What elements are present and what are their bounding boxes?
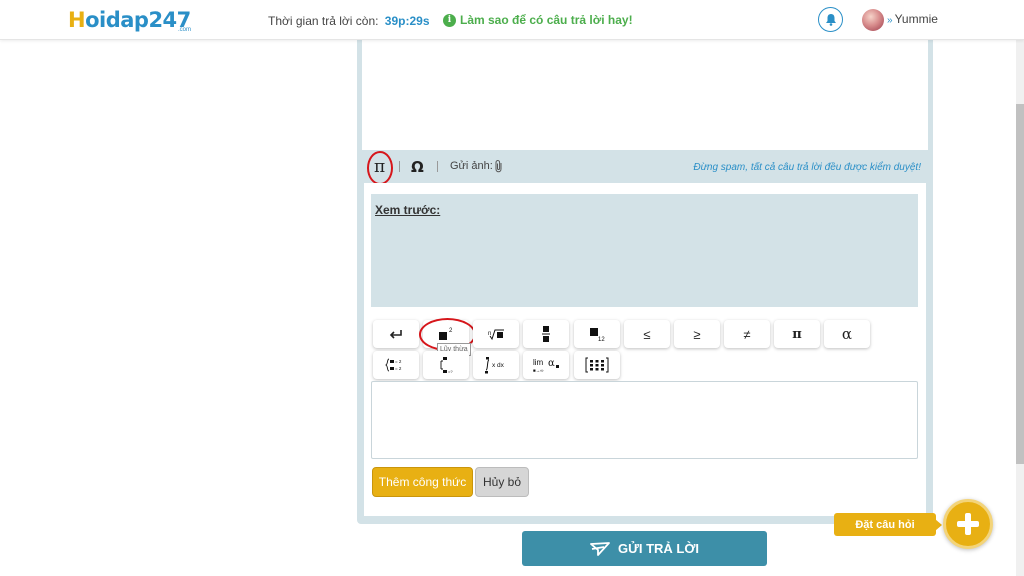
special-char-button[interactable]: Ω: [411, 158, 424, 176]
highlight-circle-pi: [367, 151, 393, 185]
system-equations-icon: = 2 = 2: [385, 358, 402, 372]
logo-domain: .com: [178, 27, 192, 33]
user-menu[interactable]: » Yummie: [887, 12, 938, 26]
chevron-down-icon: »: [887, 15, 893, 26]
svg-text:12: 12: [598, 337, 605, 342]
svg-text:n: n: [488, 331, 491, 337]
answer-timer: Thời gian trả lời còn: 39p:29s: [268, 14, 430, 28]
limit-button[interactable]: lim ■→∞ α: [523, 351, 569, 379]
sum-icon: =?: [440, 357, 453, 374]
svg-text:= 2: = 2: [395, 366, 402, 371]
sum-button[interactable]: =?: [423, 351, 469, 379]
scrollbar-thumb[interactable]: [1016, 104, 1024, 464]
svg-text:=?: =?: [448, 369, 453, 374]
toolbar-divider: [437, 161, 438, 172]
matrix-icon: [585, 357, 609, 373]
submit-label: GỬI TRẢ LỜI: [617, 541, 700, 556]
timer-value: 39p:29s: [384, 14, 430, 28]
top-header: Hoidap247 .com Thời gian trả lời còn: 39…: [0, 0, 1024, 40]
subscript-icon: 12: [590, 328, 605, 342]
svg-text:x dx: x dx: [492, 362, 505, 369]
integral-button[interactable]: x dx: [473, 351, 519, 379]
bell-icon: [825, 14, 836, 26]
pi-button[interactable]: π: [774, 320, 820, 348]
alpha-button[interactable]: α: [824, 320, 870, 348]
send-image-label[interactable]: Gửi ảnh:: [450, 160, 493, 172]
ask-question-button[interactable]: [943, 499, 993, 549]
info-icon: i: [443, 13, 456, 27]
spam-warning: Đừng spam, tất cả câu trả lời đều được k…: [693, 162, 921, 173]
fraction-icon: [542, 326, 550, 342]
root-button[interactable]: n: [473, 320, 519, 348]
fraction-button[interactable]: [523, 320, 569, 348]
svg-text:= 2: = 2: [395, 359, 402, 364]
tip-text: Làm sao để có câu trả lời hay!: [460, 13, 633, 27]
limit-icon: lim ■→∞ α: [533, 358, 559, 373]
formula-input[interactable]: [371, 381, 918, 459]
submit-answer-button[interactable]: GỬI TRẢ LỜI: [522, 531, 767, 566]
svg-text:α: α: [548, 358, 555, 369]
paperclip-icon[interactable]: [494, 159, 504, 173]
cancel-button[interactable]: Hủy bỏ: [475, 467, 529, 497]
ask-question-label[interactable]: Đặt câu hỏi: [834, 513, 936, 536]
timer-label: Thời gian trả lời còn:: [268, 14, 379, 28]
system-equations-button[interactable]: = 2 = 2: [373, 351, 419, 379]
site-logo[interactable]: Hoidap247: [68, 8, 191, 32]
toolbar-divider: [399, 161, 400, 172]
send-icon: [590, 541, 610, 556]
avatar[interactable]: [862, 9, 884, 31]
plus-icon: [957, 513, 979, 535]
good-answer-tip-link[interactable]: i Làm sao để có câu trả lời hay!: [443, 13, 633, 27]
add-formula-button[interactable]: Thêm công thức: [372, 467, 473, 497]
answer-text-area[interactable]: [362, 40, 928, 150]
not-equal-button[interactable]: ≠: [724, 320, 770, 348]
square-root-icon: n: [488, 329, 504, 341]
integral-icon: x dx: [485, 357, 505, 374]
subscript-button[interactable]: 12: [574, 320, 620, 348]
logo-text: oidap247: [85, 8, 191, 32]
preview-label: Xem trước:: [375, 203, 441, 217]
less-equal-button[interactable]: ≤: [624, 320, 670, 348]
enter-icon: [389, 330, 402, 339]
notification-button[interactable]: [818, 7, 843, 32]
svg-text:lim: lim: [533, 358, 544, 367]
logo-letter-h: H: [68, 8, 86, 32]
newline-button[interactable]: [373, 320, 419, 348]
username: Yummie: [894, 12, 938, 26]
svg-text:■→∞: ■→∞: [533, 368, 543, 373]
formula-preview: [371, 194, 918, 307]
ask-label-arrow: [935, 519, 942, 531]
matrix-button[interactable]: [574, 351, 620, 379]
greater-equal-button[interactable]: ≥: [674, 320, 720, 348]
